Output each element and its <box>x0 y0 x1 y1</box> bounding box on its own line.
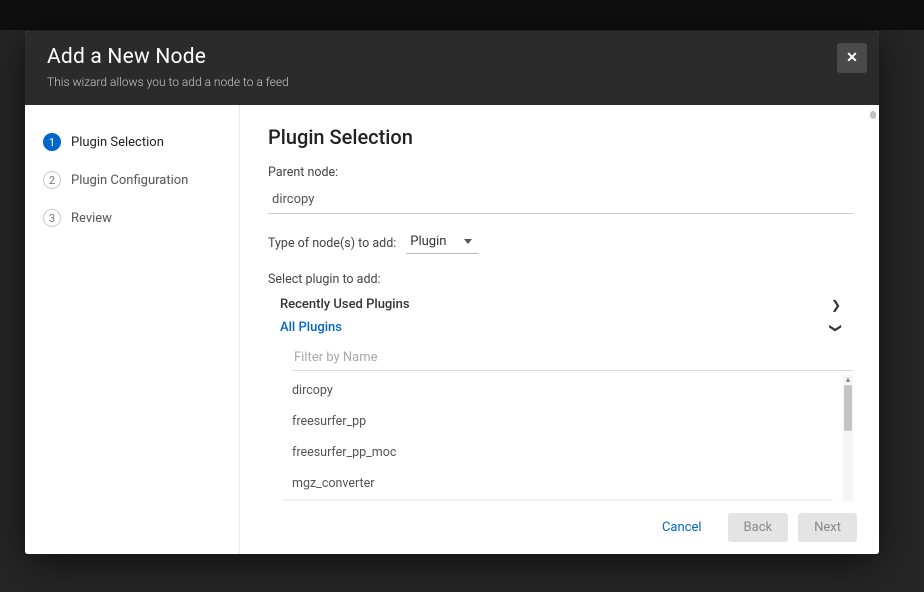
select-plugin-label: Select plugin to add: <box>268 272 853 287</box>
cancel-button[interactable]: Cancel <box>646 513 718 542</box>
plugin-accordion: Recently Used Plugins ❯ All Plugins ❯ di… <box>268 293 853 530</box>
step-review[interactable]: 3 Review <box>39 203 225 241</box>
parent-node-input[interactable] <box>268 186 853 214</box>
wizard-main: Plugin Selection Parent node: Type of no… <box>240 105 879 554</box>
plugin-item-freesurfer-pp-moc[interactable]: freesurfer_pp_moc <box>282 437 833 468</box>
chevron-down-icon: ❯ <box>829 322 843 332</box>
caret-down-icon <box>464 239 472 244</box>
wizard-footer: Cancel Back Next <box>240 501 879 554</box>
recent-plugins-header[interactable]: Recently Used Plugins ❯ <box>268 293 853 316</box>
backdrop-top-strip <box>0 0 924 30</box>
step-plugin-configuration[interactable]: 2 Plugin Configuration <box>39 165 225 203</box>
modal-title: Add a New Node <box>47 45 857 69</box>
next-button[interactable]: Next <box>798 513 857 542</box>
type-select-value: Plugin <box>410 234 446 249</box>
page-heading: Plugin Selection <box>268 125 853 149</box>
plugin-item-freesurfer-pp[interactable]: freesurfer_pp <box>282 406 833 437</box>
type-of-node-row: Type of node(s) to add: Plugin <box>268 232 853 254</box>
modal-body: 1 Plugin Selection 2 Plugin Configuratio… <box>25 105 879 554</box>
chevron-right-icon: ❯ <box>831 298 841 312</box>
step-plugin-selection[interactable]: 1 Plugin Selection <box>39 127 225 165</box>
step-label: Review <box>71 211 112 226</box>
wizard-sidebar: 1 Plugin Selection 2 Plugin Configuratio… <box>25 105 240 554</box>
scroll-thumb[interactable] <box>844 385 852 431</box>
type-select[interactable]: Plugin <box>406 232 478 254</box>
step-badge: 1 <box>43 133 61 151</box>
close-button[interactable]: ✕ <box>837 43 867 73</box>
step-label: Plugin Configuration <box>71 173 188 188</box>
plugin-item-mgz-converter[interactable]: mgz_converter <box>282 468 833 499</box>
main-scrollbar-thumb[interactable] <box>870 111 876 119</box>
step-badge: 3 <box>43 209 61 227</box>
modal-subtitle: This wizard allows you to add a node to … <box>47 75 857 89</box>
main-content: Plugin Selection Parent node: Type of no… <box>240 105 879 554</box>
close-icon: ✕ <box>846 50 858 66</box>
recent-plugins-label: Recently Used Plugins <box>280 297 410 312</box>
filter-by-name-input[interactable] <box>292 345 853 371</box>
plugin-item-dircopy[interactable]: dircopy <box>282 375 833 406</box>
all-plugins-label: All Plugins <box>280 320 342 335</box>
parent-node-label: Parent node: <box>268 165 853 180</box>
type-label: Type of node(s) to add: <box>268 236 396 251</box>
all-plugins-header[interactable]: All Plugins ❯ <box>268 316 853 339</box>
back-button[interactable]: Back <box>728 513 789 542</box>
step-label: Plugin Selection <box>71 135 164 150</box>
step-badge: 2 <box>43 171 61 189</box>
add-node-modal: Add a New Node This wizard allows you to… <box>25 31 879 554</box>
scroll-up-icon[interactable]: ▴ <box>843 375 853 385</box>
modal-header: Add a New Node This wizard allows you to… <box>25 31 879 105</box>
